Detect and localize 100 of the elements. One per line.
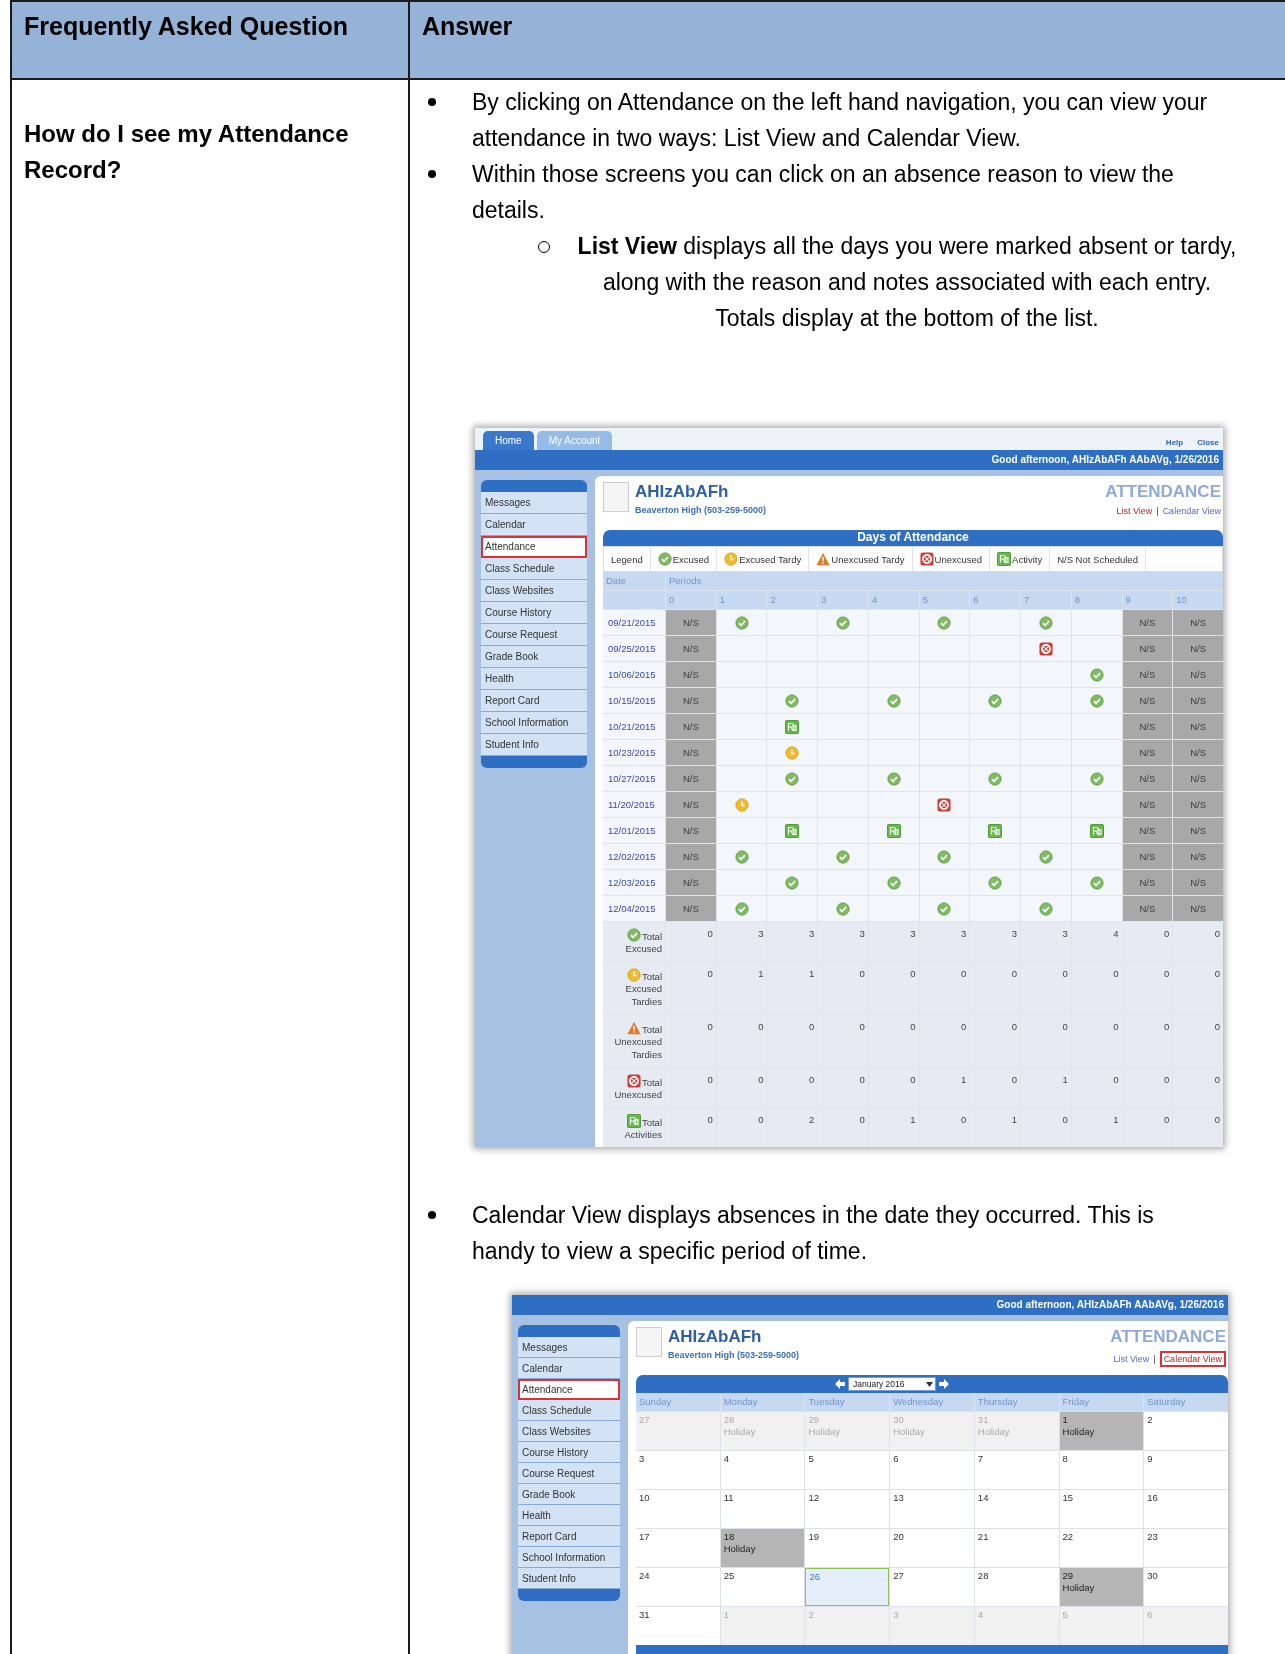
date-link[interactable]: 12/04/2015 bbox=[603, 896, 665, 921]
nav-item[interactable]: Messages bbox=[481, 492, 587, 514]
left-arrow-icon[interactable] bbox=[834, 1378, 846, 1390]
nav-item[interactable]: Attendance bbox=[518, 1379, 620, 1400]
date-link[interactable]: 10/27/2015 bbox=[603, 766, 665, 791]
table-cell: N/S bbox=[1122, 896, 1173, 921]
nav-item[interactable]: Student Info bbox=[518, 1568, 620, 1589]
table-cell: 0 bbox=[970, 962, 1021, 1014]
nav-item[interactable]: Calendar bbox=[481, 514, 587, 536]
table-cell: N/S bbox=[1173, 896, 1223, 921]
calendar-day[interactable]: 7 bbox=[974, 1451, 1059, 1489]
nav-item[interactable]: Class Schedule bbox=[518, 1400, 620, 1421]
table-cell: 3 bbox=[1021, 922, 1071, 961]
nav-item[interactable]: Student Info bbox=[481, 734, 587, 756]
calendar-day[interactable]: 2 bbox=[1144, 1412, 1228, 1450]
view-link[interactable]: List View bbox=[1113, 1354, 1150, 1364]
calendar-day[interactable]: 15 bbox=[1059, 1490, 1144, 1528]
nav-item[interactable]: School Information bbox=[481, 712, 587, 734]
nav-item[interactable]: Class Schedule bbox=[481, 558, 587, 580]
calendar-day[interactable]: 23 bbox=[1144, 1529, 1228, 1567]
nav-item[interactable]: School Information bbox=[518, 1547, 620, 1568]
nav-item[interactable]: Course History bbox=[518, 1442, 620, 1463]
calendar-day[interactable]: 5 bbox=[805, 1451, 890, 1489]
right-arrow-icon[interactable] bbox=[938, 1378, 950, 1390]
calendar-day[interactable]: 4 bbox=[720, 1451, 805, 1489]
nav-item[interactable]: Health bbox=[481, 668, 587, 690]
calendar-day[interactable]: 31 bbox=[636, 1607, 720, 1645]
nav-item[interactable]: Course History bbox=[481, 602, 587, 624]
total-label: Total bbox=[641, 1077, 662, 1088]
check-circle-icon bbox=[937, 901, 952, 916]
calendar-day[interactable]: 27 bbox=[890, 1568, 974, 1606]
nav-item[interactable]: Messages bbox=[518, 1337, 620, 1358]
nav-item[interactable]: Grade Book bbox=[481, 646, 587, 668]
column-header: 9 bbox=[1122, 591, 1173, 609]
view-link[interactable]: List View bbox=[1116, 506, 1153, 516]
header-link[interactable]: Help bbox=[1165, 437, 1184, 447]
nav-item[interactable]: Course Request bbox=[518, 1463, 620, 1484]
calendar-day[interactable]: 13 bbox=[890, 1490, 974, 1528]
greeting-bar: Good afternoon, AHIzAbAFh AAbAVg, 1/26/2016 bbox=[512, 1295, 1228, 1315]
answer-text: By clicking on Attendance on the left hand navigation, you can view your attendance in two ways: List View and Calendar View. bbox=[472, 88, 1209, 153]
nav-item[interactable]: Report Card bbox=[518, 1526, 620, 1547]
date-link[interactable]: 12/02/2015 bbox=[603, 844, 665, 869]
date-link[interactable]: 12/03/2015 bbox=[603, 870, 665, 895]
calendar-day[interactable]: 22 bbox=[1059, 1529, 1144, 1567]
check-circle-icon bbox=[657, 552, 672, 566]
calendar-day[interactable]: 20 bbox=[890, 1529, 974, 1567]
calendar-day[interactable]: 12 bbox=[805, 1490, 890, 1528]
calendar-day[interactable]: 21 bbox=[974, 1529, 1059, 1567]
total-label: Excused bbox=[624, 942, 662, 955]
date-link[interactable]: 09/21/2015 bbox=[603, 610, 665, 635]
calendar-day[interactable]: 24 bbox=[636, 1568, 720, 1606]
nav-item[interactable]: Grade Book bbox=[518, 1484, 620, 1505]
date-link[interactable]: 10/21/2015 bbox=[603, 714, 665, 739]
total-label: Total bbox=[641, 1117, 662, 1128]
date-link[interactable]: 10/15/2015 bbox=[603, 688, 665, 713]
table-cell: N/S bbox=[1173, 766, 1223, 791]
day-number: 11 bbox=[723, 1492, 734, 1504]
date-link[interactable]: 10/06/2015 bbox=[603, 662, 665, 687]
day-number: 18 bbox=[723, 1531, 735, 1543]
bullet-icon bbox=[428, 1211, 436, 1219]
view-link[interactable]: Calendar View bbox=[1162, 506, 1221, 516]
day-number: 15 bbox=[1062, 1492, 1074, 1504]
weekday-header: Wednesday bbox=[890, 1393, 974, 1411]
table-cell: 0 bbox=[868, 1015, 919, 1067]
calendar-day[interactable]: 16 bbox=[1144, 1490, 1228, 1528]
calendar-day[interactable]: 25 bbox=[720, 1568, 805, 1606]
date-link[interactable]: 11/20/2015 bbox=[603, 792, 665, 817]
calendar-day[interactable]: 6 bbox=[890, 1451, 974, 1489]
header-link[interactable]: Close bbox=[1197, 437, 1219, 447]
nav-item[interactable]: Attendance bbox=[481, 536, 587, 558]
table-cell: N/S bbox=[666, 818, 716, 843]
calendar-day[interactable]: 11 bbox=[720, 1490, 805, 1528]
date-link[interactable]: 10/23/2015 bbox=[603, 740, 665, 765]
nav-item[interactable]: Calendar bbox=[518, 1358, 620, 1379]
month-select[interactable]: January 2016 bbox=[848, 1377, 936, 1391]
calendar-day[interactable]: 10 bbox=[636, 1490, 720, 1528]
calendar-day[interactable]: 14 bbox=[974, 1490, 1059, 1528]
nav-item[interactable]: Course Request bbox=[481, 624, 587, 646]
nav-item[interactable]: Report Card bbox=[481, 690, 587, 712]
calendar-day[interactable]: 17 bbox=[636, 1529, 720, 1567]
day-number: 28 bbox=[977, 1570, 989, 1582]
calendar-day[interactable]: 3 bbox=[636, 1451, 720, 1489]
table-cell: N/S bbox=[666, 688, 716, 713]
calendar-day[interactable]: 1 Holiday bbox=[1059, 1412, 1144, 1450]
calendar-day[interactable]: 28 bbox=[974, 1568, 1059, 1606]
calendar-day[interactable]: 18 Holiday bbox=[720, 1529, 805, 1567]
calendar-day[interactable]: 19 bbox=[805, 1529, 890, 1567]
calendar-day[interactable]: 9 bbox=[1144, 1451, 1228, 1489]
date-link[interactable]: 12/01/2015 bbox=[603, 818, 665, 843]
calendar-day[interactable]: 30 bbox=[1144, 1568, 1228, 1606]
check-circle-icon bbox=[937, 849, 952, 864]
view-link[interactable]: Calendar View bbox=[1159, 1351, 1226, 1367]
tab[interactable]: Home bbox=[483, 431, 534, 450]
calendar-day[interactable]: 8 bbox=[1059, 1451, 1144, 1489]
date-link[interactable]: 09/25/2015 bbox=[603, 636, 665, 661]
nav-item[interactable]: Class Websites bbox=[481, 580, 587, 602]
nav-item[interactable]: Health bbox=[518, 1505, 620, 1526]
nav-item[interactable]: Class Websites bbox=[518, 1421, 620, 1442]
calendar-day[interactable]: 26 bbox=[805, 1568, 890, 1606]
calendar-day[interactable]: 29 Holiday bbox=[1059, 1568, 1144, 1606]
